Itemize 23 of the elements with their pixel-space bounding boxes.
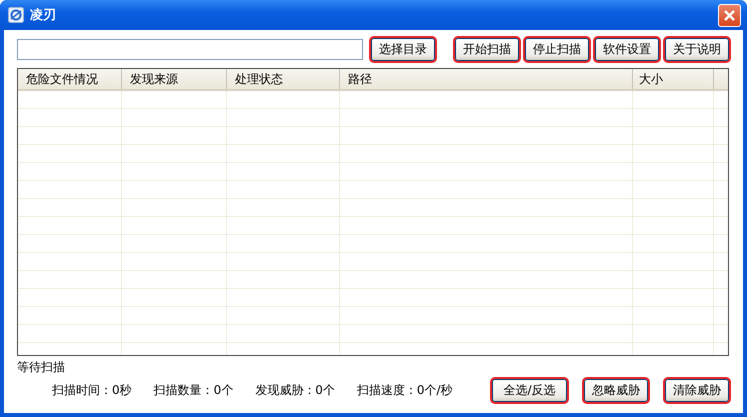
column-header[interactable]: 处理状态 xyxy=(227,69,340,89)
stat-label: 扫描数量：0个 xyxy=(154,382,234,399)
toolbar-button[interactable]: 开始扫描 xyxy=(455,38,519,61)
toolbar-button[interactable]: 停止扫描 xyxy=(525,38,589,61)
toolbar-button[interactable]: 关于说明 xyxy=(665,38,729,61)
stat-label: 扫描速度：0个/秒 xyxy=(356,382,453,399)
close-button[interactable] xyxy=(718,4,741,26)
toolbar-button[interactable]: 清除威胁 xyxy=(665,379,729,402)
toolbar-button[interactable]: 忽略威胁 xyxy=(584,379,648,402)
path-field[interactable] xyxy=(17,39,363,60)
app-icon xyxy=(8,7,24,23)
column-header[interactable]: 危险文件情况 xyxy=(18,69,122,89)
column-header[interactable]: 发现来源 xyxy=(122,69,227,89)
stat-label: 扫描时间：0秒 xyxy=(52,382,132,399)
toolbar-button[interactable]: 全选/反选 xyxy=(492,379,567,402)
status-text: 等待扫描 xyxy=(17,359,66,375)
stat-label: 发现威胁：0个 xyxy=(255,382,335,399)
column-header[interactable]: 大小 xyxy=(633,69,714,89)
window-title: 凌刃 xyxy=(30,7,57,24)
toolbar-button[interactable]: 软件设置 xyxy=(595,38,659,61)
close-icon xyxy=(723,8,736,22)
column-header[interactable]: 路径 xyxy=(340,69,633,89)
toolbar-button[interactable]: 选择目录 xyxy=(371,38,435,61)
